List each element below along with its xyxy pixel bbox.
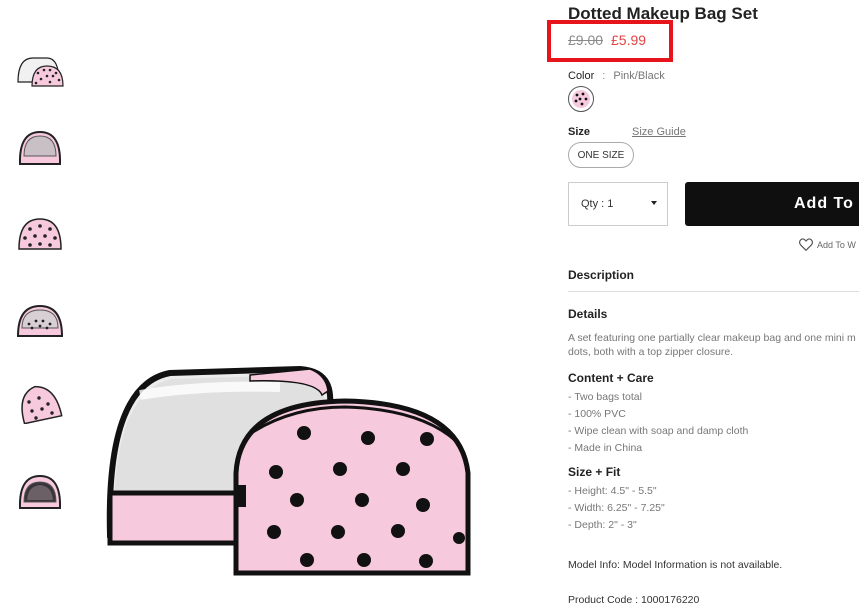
thumbnail-4[interactable] bbox=[15, 298, 65, 342]
color-swatch-image bbox=[572, 90, 590, 108]
original-price: £9.00 bbox=[568, 32, 604, 48]
list-item: - Wipe clean with soap and damp cloth bbox=[568, 425, 749, 437]
model-info: Model Info: Model Information is not ava… bbox=[568, 559, 783, 571]
wishlist-label: Add To W bbox=[817, 240, 856, 250]
content-care-heading: Content + Care bbox=[568, 371, 654, 385]
thumbnail-5-image bbox=[21, 385, 63, 424]
main-product-image bbox=[100, 355, 480, 585]
product-code: Product Code : 1000176220 bbox=[568, 594, 700, 606]
thumbnail-6[interactable] bbox=[15, 470, 65, 514]
details-text: A set featuring one partially clear make… bbox=[568, 331, 859, 359]
list-item: - Width: 6.25" - 7.25" bbox=[568, 502, 665, 514]
quantity-select[interactable]: Qty : 1 bbox=[568, 182, 668, 226]
list-item: - Depth: 2" - 3" bbox=[568, 519, 637, 531]
sale-price: £5.99 bbox=[611, 32, 647, 48]
thumbnail-2[interactable] bbox=[15, 126, 65, 170]
thumbnail-2-image bbox=[18, 130, 62, 165]
color-label: Color bbox=[568, 70, 595, 82]
size-guide-link[interactable]: Size Guide bbox=[632, 126, 686, 138]
details-line-1: A set featuring one partially clear make… bbox=[568, 332, 856, 344]
color-swatch-pink-black[interactable] bbox=[568, 86, 594, 112]
details-line-2: dots, both with a top zipper closure. bbox=[568, 346, 734, 358]
thumbnail-4-image bbox=[16, 304, 64, 337]
quantity-label: Qty : 1 bbox=[581, 198, 614, 210]
thumbnail-3-image bbox=[18, 218, 62, 250]
thumbnail-5[interactable] bbox=[15, 380, 65, 424]
description-divider bbox=[568, 291, 859, 292]
heart-outline-icon bbox=[799, 238, 813, 252]
color-separator: : bbox=[602, 70, 606, 82]
size-label: Size bbox=[568, 126, 591, 138]
add-to-wishlist-link[interactable]: Add To W bbox=[799, 238, 856, 252]
color-row: Color: Pink/Black bbox=[568, 70, 665, 82]
thumbnail-1[interactable] bbox=[15, 46, 65, 90]
description-heading[interactable]: Description bbox=[568, 268, 634, 282]
thumbnail-6-image bbox=[18, 474, 62, 509]
list-item: - Height: 4.5" - 5.5" bbox=[568, 485, 657, 497]
list-item: - 100% PVC bbox=[568, 408, 626, 420]
list-item: - Made in China bbox=[568, 442, 643, 454]
details-heading: Details bbox=[568, 307, 608, 321]
size-option-button[interactable]: ONE SIZE bbox=[568, 142, 634, 168]
thumbnail-1-image bbox=[17, 57, 64, 87]
size-fit-list: - Height: 4.5" - 5.5" - Width: 6.25" - 7… bbox=[568, 483, 665, 534]
price-highlight-box bbox=[547, 20, 673, 62]
color-value: Pink/Black bbox=[613, 70, 665, 82]
add-to-bag-button[interactable]: Add To bbox=[685, 182, 859, 226]
list-item: - Two bags total bbox=[568, 391, 642, 403]
thumbnail-3[interactable] bbox=[15, 211, 65, 255]
content-care-list: - Two bags total - 100% PVC - Wipe clean… bbox=[568, 389, 748, 457]
caret-down-icon bbox=[651, 201, 657, 205]
size-fit-heading: Size + Fit bbox=[568, 465, 621, 479]
product-info-panel: Dotted Makeup Bag Set £9.00 £5.99 Color:… bbox=[547, 0, 859, 606]
